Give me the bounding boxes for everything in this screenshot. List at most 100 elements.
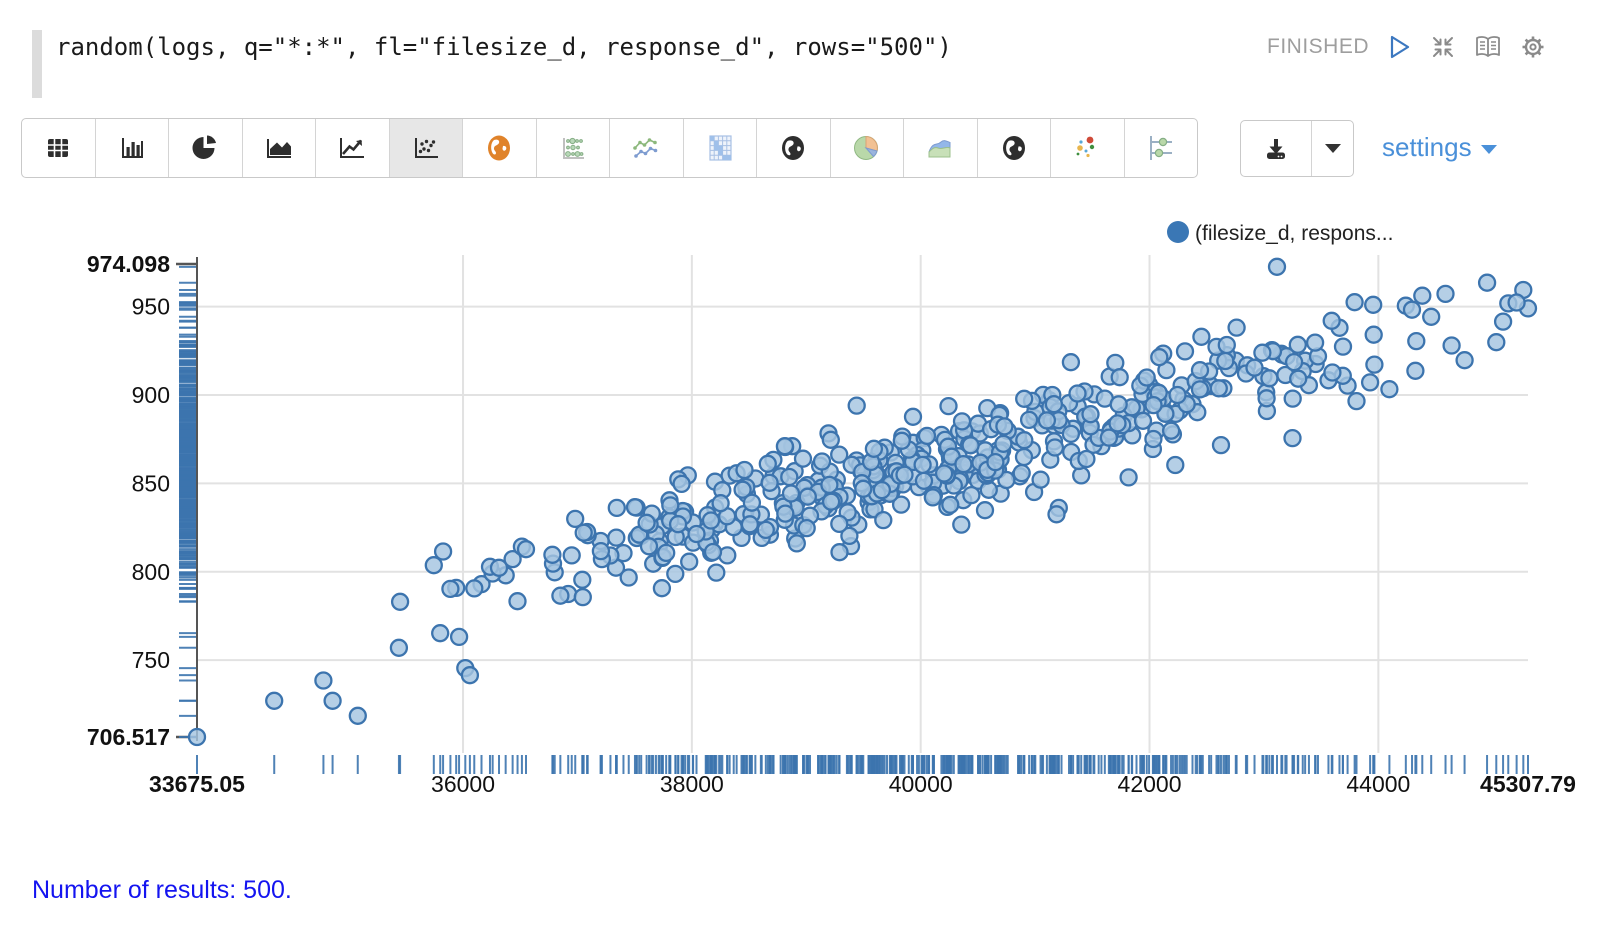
data-point[interactable] <box>941 398 957 414</box>
data-point[interactable] <box>705 544 721 560</box>
data-point[interactable] <box>1167 457 1183 473</box>
data-point[interactable] <box>574 572 590 588</box>
data-point[interactable] <box>1254 345 1270 361</box>
data-point[interactable] <box>1111 396 1127 412</box>
data-point[interactable] <box>996 418 1012 434</box>
data-point[interactable] <box>866 441 882 457</box>
data-point[interactable] <box>942 497 958 513</box>
data-point[interactable] <box>831 447 847 463</box>
data-point[interactable] <box>315 673 331 689</box>
data-point[interactable] <box>639 515 655 531</box>
data-point[interactable] <box>1016 449 1032 465</box>
data-point[interactable] <box>781 469 797 485</box>
data-point[interactable] <box>953 517 969 533</box>
data-point[interactable] <box>1047 440 1063 456</box>
data-point[interactable] <box>608 530 624 546</box>
data-point[interactable] <box>1193 329 1209 345</box>
data-point[interactable] <box>627 499 643 515</box>
data-point[interactable] <box>855 481 871 497</box>
data-point[interactable] <box>1110 415 1126 431</box>
data-point[interactable] <box>1112 369 1128 385</box>
data-point[interactable] <box>832 544 848 560</box>
data-point[interactable] <box>1229 320 1245 336</box>
data-point[interactable] <box>1457 352 1473 368</box>
data-point[interactable] <box>667 566 683 582</box>
data-point[interactable] <box>1414 288 1430 304</box>
data-point[interactable] <box>963 487 979 503</box>
data-point[interactable] <box>491 560 507 576</box>
data-point[interactable] <box>1290 337 1306 353</box>
data-point[interactable] <box>1121 469 1137 485</box>
data-point[interactable] <box>189 729 205 745</box>
data-point[interactable] <box>1479 275 1495 291</box>
data-point[interactable] <box>894 433 910 449</box>
data-point[interactable] <box>823 432 839 448</box>
data-point[interactable] <box>1335 339 1351 355</box>
data-point[interactable] <box>654 580 670 596</box>
data-point[interactable] <box>621 570 637 586</box>
data-point[interactable] <box>905 409 921 425</box>
data-point[interactable] <box>1049 506 1065 522</box>
data-point[interactable] <box>708 565 724 581</box>
data-point[interactable] <box>1362 374 1378 390</box>
data-point[interactable] <box>915 457 931 473</box>
data-point[interactable] <box>1021 412 1037 428</box>
data-point[interactable] <box>814 454 830 470</box>
data-point[interactable] <box>1347 294 1363 310</box>
data-point[interactable] <box>1145 431 1161 447</box>
data-point[interactable] <box>1033 472 1049 488</box>
data-point[interactable] <box>795 451 811 467</box>
data-point[interactable] <box>1151 349 1167 365</box>
data-point[interactable] <box>544 547 560 563</box>
data-point[interactable] <box>564 547 580 563</box>
data-point[interactable] <box>466 580 482 596</box>
data-point[interactable] <box>1509 295 1525 311</box>
data-point[interactable] <box>744 495 760 511</box>
data-point[interactable] <box>1078 451 1094 467</box>
data-point[interactable] <box>1324 313 1340 329</box>
data-point[interactable] <box>670 516 686 532</box>
data-point[interactable] <box>1444 338 1460 354</box>
data-point[interactable] <box>789 535 805 551</box>
data-point[interactable] <box>435 544 451 560</box>
data-point[interactable] <box>442 581 458 597</box>
data-point[interactable] <box>916 473 932 489</box>
data-point[interactable] <box>800 489 816 505</box>
data-point[interactable] <box>987 454 1003 470</box>
data-point[interactable] <box>1259 390 1275 406</box>
data-point[interactable] <box>1219 337 1235 353</box>
data-point[interactable] <box>1170 387 1186 403</box>
data-point[interactable] <box>518 541 534 557</box>
data-point[interactable] <box>451 629 467 645</box>
data-point[interactable] <box>1192 362 1208 378</box>
data-point[interactable] <box>576 525 592 541</box>
data-point[interactable] <box>897 467 913 483</box>
data-point[interactable] <box>575 589 591 605</box>
data-point[interactable] <box>1423 309 1439 325</box>
data-point[interactable] <box>919 428 935 444</box>
data-point[interactable] <box>1366 327 1382 343</box>
data-point[interactable] <box>799 520 815 536</box>
data-point[interactable] <box>977 502 993 518</box>
data-point[interactable] <box>1247 360 1263 376</box>
data-point[interactable] <box>1324 365 1340 381</box>
data-point[interactable] <box>662 497 678 513</box>
data-point[interactable] <box>1407 363 1423 379</box>
data-point[interactable] <box>874 482 890 498</box>
data-point[interactable] <box>1290 371 1306 387</box>
data-point[interactable] <box>758 522 774 538</box>
data-point[interactable] <box>849 398 865 414</box>
data-point[interactable] <box>955 456 971 472</box>
data-point[interactable] <box>1163 423 1179 439</box>
data-point[interactable] <box>1286 354 1302 370</box>
data-point[interactable] <box>689 526 705 542</box>
data-point[interactable] <box>266 693 282 709</box>
data-point[interactable] <box>1146 397 1162 413</box>
data-point[interactable] <box>831 516 847 532</box>
data-point[interactable] <box>1285 391 1301 407</box>
data-point[interactable] <box>1285 430 1301 446</box>
data-point[interactable] <box>1261 370 1277 386</box>
data-point[interactable] <box>823 494 839 510</box>
data-point[interactable] <box>1135 413 1151 429</box>
data-point[interactable] <box>1177 343 1193 359</box>
